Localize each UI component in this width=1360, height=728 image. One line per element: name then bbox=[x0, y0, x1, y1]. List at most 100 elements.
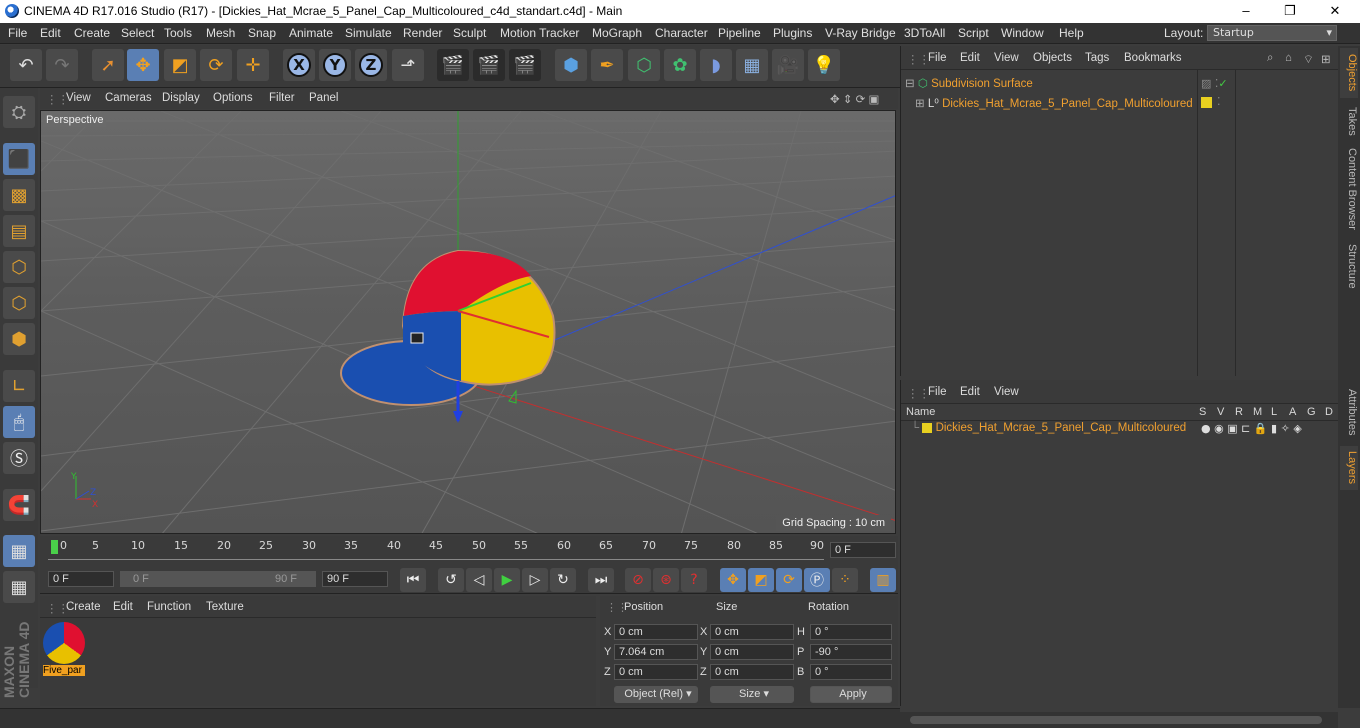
menu-3dtoall[interactable]: 3DToAll bbox=[904, 26, 945, 40]
viewport-menu-cameras[interactable]: Cameras bbox=[105, 92, 152, 104]
menu-tools[interactable]: Tools bbox=[164, 26, 192, 40]
viewport-menu-filter[interactable]: Filter bbox=[269, 92, 295, 104]
column-deformers[interactable]: D bbox=[1325, 406, 1333, 418]
layer-row[interactable]: └ Dickies_Hat_Mcrae_5_Panel_Cap_Multicol… bbox=[911, 422, 1186, 440]
model-mode-button[interactable]: ⬛ bbox=[3, 143, 35, 175]
light-button[interactable]: 💡 bbox=[808, 49, 840, 81]
objects-menu-bookmarks[interactable]: Bookmarks bbox=[1124, 52, 1182, 64]
menu-simulate[interactable]: Simulate bbox=[345, 26, 392, 40]
layers-menu-edit[interactable]: Edit bbox=[960, 386, 980, 398]
edges-mode-button[interactable]: ⬡ bbox=[3, 287, 35, 319]
current-frame-field[interactable]: 0 F bbox=[830, 542, 896, 558]
render-settings-button[interactable]: 🎬 bbox=[509, 49, 541, 81]
scale-tool-button[interactable]: ◩ bbox=[164, 49, 196, 81]
menu-plugins[interactable]: Plugins bbox=[773, 26, 812, 40]
x-axis-lock-button[interactable]: X bbox=[283, 49, 315, 81]
snap-button[interactable]: 🧲 bbox=[3, 489, 35, 521]
viewport-menu-display[interactable]: Display bbox=[162, 92, 200, 104]
column-generators[interactable]: G bbox=[1307, 406, 1316, 418]
menu-motion-tracker[interactable]: Motion Tracker bbox=[500, 26, 579, 40]
menu-file[interactable]: File bbox=[8, 26, 27, 40]
position-x-field[interactable]: 0 cm bbox=[614, 624, 698, 640]
deformer-icon[interactable]: ◈ bbox=[1293, 422, 1301, 435]
layer-color-swatch[interactable] bbox=[922, 422, 933, 433]
column-manager[interactable]: M bbox=[1253, 406, 1262, 418]
timeline-window-button[interactable]: ▥ bbox=[870, 568, 896, 592]
z-axis-lock-button[interactable]: Z bbox=[355, 49, 387, 81]
menu-mograph[interactable]: MoGraph bbox=[592, 26, 642, 40]
minimize-button[interactable]: – bbox=[1223, 0, 1269, 23]
size-y-field[interactable]: 0 cm bbox=[710, 644, 794, 660]
lock-icon[interactable]: 🔒 bbox=[1254, 422, 1268, 435]
solo-button[interactable]: Ⓢ bbox=[3, 442, 35, 474]
tab-takes[interactable]: Takes bbox=[1340, 102, 1358, 140]
key-rotation-button[interactable]: ⟳ bbox=[776, 568, 802, 592]
key-position-button[interactable]: ✥ bbox=[720, 568, 746, 592]
timeline-ruler[interactable]: 0 5 10 15 20 25 30 35 40 45 50 55 60 65 … bbox=[40, 536, 898, 566]
material-menu-create[interactable]: Create bbox=[66, 601, 101, 613]
material-swatch[interactable]: Five_par bbox=[43, 622, 85, 678]
redo-button[interactable]: ↷ bbox=[46, 49, 78, 81]
position-z-field[interactable]: 0 cm bbox=[614, 664, 698, 680]
animation-icon[interactable]: ▮ bbox=[1271, 422, 1277, 435]
horizontal-scrollbar[interactable] bbox=[900, 712, 1338, 728]
rotation-h-field[interactable]: 0 ° bbox=[810, 624, 892, 640]
menu-window[interactable]: Window bbox=[1001, 26, 1044, 40]
previous-frame-button[interactable]: ◁ bbox=[466, 568, 492, 592]
menu-pipeline[interactable]: Pipeline bbox=[718, 26, 761, 40]
coordinate-system-button[interactable]: ⬏ bbox=[392, 49, 424, 81]
column-locked[interactable]: L bbox=[1271, 406, 1277, 418]
nav-icon[interactable]: ⌔ bbox=[1303, 52, 1314, 67]
material-menu-texture[interactable]: Texture bbox=[206, 601, 244, 613]
scrollbar-thumb[interactable] bbox=[910, 716, 1322, 724]
subdivision-surface-button[interactable]: ⬡ bbox=[628, 49, 660, 81]
start-frame-field[interactable]: 0 F bbox=[48, 571, 114, 587]
visibility-dots-icon[interactable]: ⁚ bbox=[1217, 95, 1221, 108]
key-parameter-button[interactable]: Ⓟ bbox=[804, 568, 830, 592]
transform-tool-button[interactable]: ✛ bbox=[237, 49, 269, 81]
points-mode-button[interactable]: ⬡ bbox=[3, 251, 35, 283]
rotation-p-field[interactable]: -90 ° bbox=[810, 644, 892, 660]
menu-select[interactable]: Select bbox=[121, 26, 154, 40]
3d-viewport[interactable]: Y X Z Perspective Grid Spacing : 10 cm bbox=[40, 110, 896, 534]
render-picture-viewer-button[interactable]: 🎬 bbox=[473, 49, 505, 81]
size-mode-select[interactable]: Size ▾ bbox=[710, 686, 794, 703]
tab-attributes[interactable]: Attributes bbox=[1340, 382, 1358, 442]
texture-mode-button[interactable]: ▩ bbox=[3, 179, 35, 211]
rotate-tool-button[interactable]: ⟳ bbox=[200, 49, 232, 81]
objects-menu-tags[interactable]: Tags bbox=[1085, 52, 1109, 64]
object-row-subdivision[interactable]: ⊟ ⬡ Subdivision Surface bbox=[905, 76, 1033, 94]
end-frame-field[interactable]: 90 F bbox=[322, 571, 388, 587]
new-panel-icon[interactable]: ⊞ bbox=[1321, 52, 1331, 66]
floor-button[interactable]: ▦ bbox=[736, 49, 768, 81]
eye-icon[interactable]: ◉ bbox=[1214, 422, 1224, 435]
objects-menu-edit[interactable]: Edit bbox=[960, 52, 980, 64]
record-button[interactable]: ⊘ bbox=[625, 568, 651, 592]
deformer-button[interactable]: ◗ bbox=[700, 49, 732, 81]
objects-menu-file[interactable]: File bbox=[928, 52, 947, 64]
coordinate-mode-select[interactable]: Object (Rel) ▾ bbox=[614, 686, 698, 703]
layers-menu-file[interactable]: File bbox=[928, 386, 947, 398]
size-z-field[interactable]: 0 cm bbox=[710, 664, 794, 680]
viewport-nav-icons[interactable]: ✥ ⇕ ⟳ ▣ bbox=[830, 92, 879, 106]
menu-snap[interactable]: Snap bbox=[248, 26, 276, 40]
current-frame-marker[interactable] bbox=[51, 540, 58, 554]
menu-render[interactable]: Render bbox=[403, 26, 442, 40]
objects-menu-view[interactable]: View bbox=[994, 52, 1019, 64]
workplane-snap-button[interactable]: ▦ bbox=[3, 571, 35, 603]
column-animation[interactable]: A bbox=[1289, 406, 1296, 418]
polygons-mode-button[interactable]: ⬢ bbox=[3, 323, 35, 355]
layout-select[interactable]: Startup ▾ bbox=[1207, 25, 1337, 41]
objects-menu-objects[interactable]: Objects bbox=[1033, 52, 1072, 64]
menu-mesh[interactable]: Mesh bbox=[206, 26, 235, 40]
menu-help[interactable]: Help bbox=[1059, 26, 1084, 40]
render-view-button[interactable]: 🎬 bbox=[437, 49, 469, 81]
tweak-mode-button[interactable]: 🖱 bbox=[3, 406, 35, 438]
maximize-button[interactable]: ❐ bbox=[1267, 0, 1313, 23]
make-editable-button[interactable]: ⛭ bbox=[3, 96, 35, 128]
play-button[interactable]: ▶ bbox=[494, 568, 520, 592]
generator-icon[interactable]: ✧ bbox=[1281, 422, 1290, 435]
menu-edit[interactable]: Edit bbox=[40, 26, 61, 40]
manager-icon[interactable]: ⊏ bbox=[1241, 422, 1250, 435]
solo-dot-icon[interactable]: ● bbox=[1201, 422, 1211, 435]
